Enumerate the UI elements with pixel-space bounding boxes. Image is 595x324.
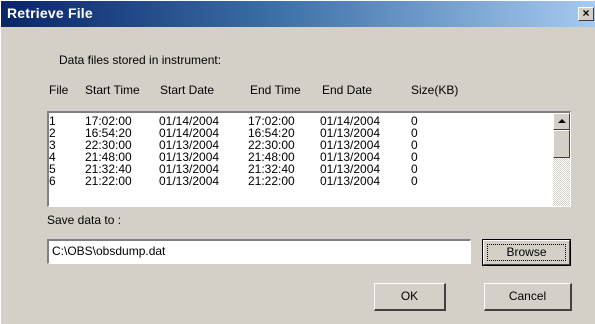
cell-end-time: 21:22:00 [248,174,295,188]
cancel-button-label: Cancel [508,289,547,303]
file-list[interactable]: 1 17:02:00 01/14/2004 17:02:00 01/14/200… [47,111,571,207]
browse-button-label: Browse [506,245,547,259]
column-header-end-time: End Time [250,83,301,97]
cell-size: 0 [411,174,418,188]
title-bar[interactable]: Retrieve File × [1,1,595,27]
window-title: Retrieve File [7,5,93,21]
ok-button[interactable]: OK [374,283,446,311]
column-header-start-date: Start Date [160,83,215,97]
column-header-start-time: Start Time [85,83,140,97]
save-path-input[interactable]: C:\OBS\obsdump.dat [47,239,471,264]
cell-end-date: 01/13/2004 [320,174,381,188]
retrieve-file-dialog: Retrieve File × Data files stored in ins… [0,0,595,324]
cell-start-time: 21:22:00 [85,174,132,188]
scroll-up-button[interactable] [553,113,570,130]
browse-button[interactable]: Browse [482,239,571,266]
cell-start-date: 01/13/2004 [159,174,220,188]
table-row[interactable]: 6 21:22:00 01/13/2004 21:22:00 01/13/200… [49,175,549,187]
vertical-scrollbar[interactable] [553,113,570,206]
column-header-size: Size(KB) [411,83,459,97]
close-icon: × [582,6,590,20]
column-header-file: File [49,83,69,97]
save-data-label: Save data to : [47,213,122,227]
scrollbar-thumb[interactable] [553,130,570,158]
stored-files-label: Data files stored in instrument: [59,53,222,67]
cell-file: 6 [49,174,56,188]
arrow-up-icon [558,119,566,123]
cancel-button[interactable]: Cancel [484,283,572,311]
ok-button-label: OK [400,289,419,303]
column-header-end-date: End Date [322,83,373,97]
close-button[interactable]: × [578,7,594,21]
